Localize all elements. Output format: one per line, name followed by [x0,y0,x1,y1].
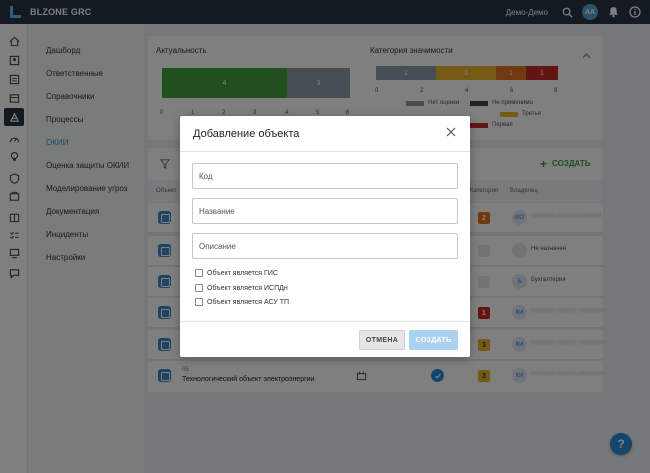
checkbox-box[interactable] [195,269,203,277]
ispdn-checkbox[interactable]: Объект является ИСПДн [195,284,288,292]
cancel-button[interactable]: ОТМЕНА [359,330,405,350]
checkbox-box[interactable] [195,284,203,292]
description-field[interactable]: Описание [192,233,458,259]
asutp-checkbox-label: Объект является АСУ ТП [207,298,290,306]
dialog-title: Добавление объекта [193,128,300,140]
ispdn-checkbox-label: Объект является ИСПДн [207,284,288,292]
checkbox-box[interactable] [195,298,203,306]
gis-checkbox[interactable]: Объект является ГИС [195,269,278,277]
asutp-checkbox[interactable]: Объект является АСУ ТП [195,298,289,306]
close-icon[interactable] [446,127,458,139]
divider [180,321,470,322]
name-field[interactable]: Название [192,198,458,224]
add-object-dialog: Добавление объекта Код Название Описание… [180,116,470,357]
divider [180,151,470,152]
gis-checkbox-label: Объект является ГИС [207,269,278,277]
code-field[interactable]: Код [192,163,458,189]
submit-create-button[interactable]: СОЗДАТЬ [409,330,458,350]
